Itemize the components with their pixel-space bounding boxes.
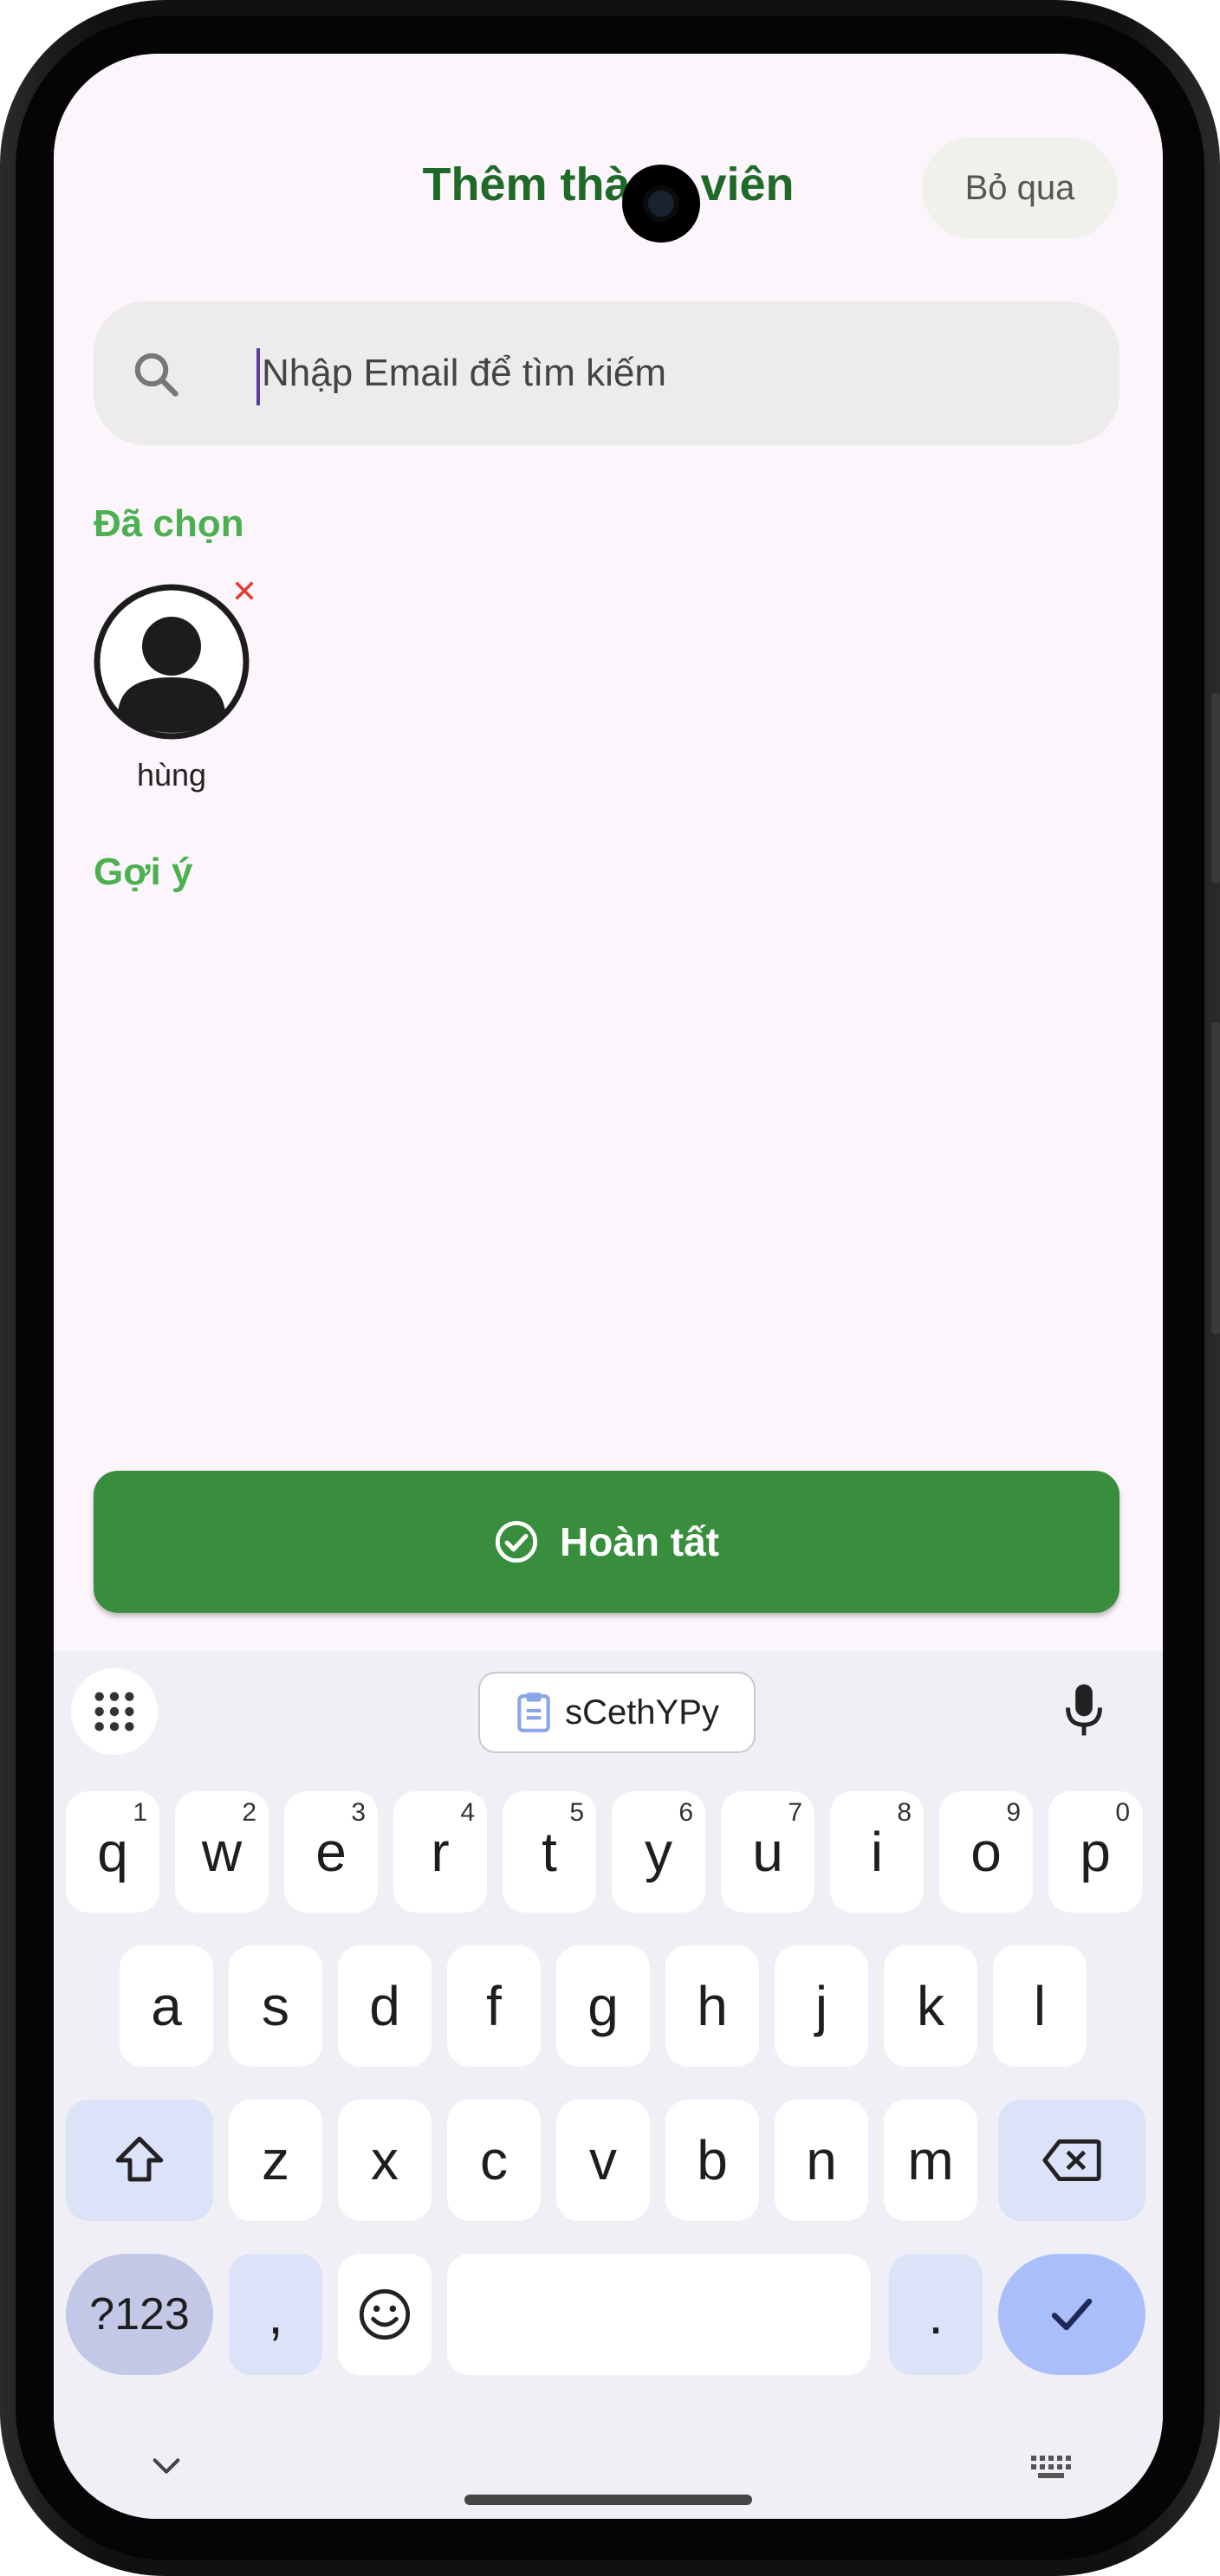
on-screen-keyboard: sCethYPy q1 w2 e3 r4 t5 y6 u7 i8 o9 p0 a… bbox=[54, 1651, 1163, 2519]
key-label: y bbox=[645, 1821, 672, 1883]
key-b[interactable]: b bbox=[665, 2100, 759, 2221]
key-e[interactable]: e3 bbox=[284, 1791, 378, 1913]
hide-keyboard-icon[interactable] bbox=[149, 2453, 184, 2479]
search-icon bbox=[134, 353, 178, 397]
symbols-key[interactable]: ?123 bbox=[66, 2254, 213, 2375]
done-button[interactable]: Hoàn tất bbox=[94, 1471, 1119, 1613]
key-v[interactable]: v bbox=[556, 2100, 650, 2221]
key-h[interactable]: h bbox=[665, 1945, 759, 2067]
enter-key[interactable] bbox=[998, 2254, 1145, 2375]
key-label: r bbox=[431, 1821, 450, 1883]
key-x[interactable]: x bbox=[338, 2100, 432, 2221]
app-screen: Thêm thành viên Bỏ qua Nhập Email để tìm… bbox=[54, 54, 1163, 2519]
clipboard-text: sCethYPy bbox=[565, 1693, 719, 1731]
key-c[interactable]: c bbox=[447, 2100, 541, 2221]
search-placeholder: Nhập Email để tìm kiếm bbox=[262, 352, 667, 394]
key-label: i bbox=[870, 1821, 884, 1883]
remove-user-icon[interactable] bbox=[232, 579, 256, 603]
key-label: t bbox=[542, 1821, 557, 1883]
key-label: u bbox=[752, 1821, 783, 1883]
shift-key[interactable] bbox=[66, 2100, 213, 2221]
power-button bbox=[1211, 1022, 1220, 1334]
front-camera bbox=[622, 165, 700, 243]
selected-user-name: hùng bbox=[136, 757, 207, 793]
key-k[interactable]: k bbox=[884, 1945, 977, 2067]
key-g[interactable]: g bbox=[556, 1945, 650, 2067]
key-f[interactable]: f bbox=[447, 1945, 541, 2067]
key-hint: 8 bbox=[897, 1798, 912, 1827]
skip-button[interactable]: Bỏ qua bbox=[922, 137, 1118, 239]
key-hint: 6 bbox=[678, 1798, 693, 1827]
key-n[interactable]: n bbox=[775, 2100, 868, 2221]
key-hint: 1 bbox=[133, 1798, 147, 1827]
key-hint: 0 bbox=[1115, 1798, 1130, 1827]
key-w[interactable]: w2 bbox=[175, 1791, 269, 1913]
keyboard-switch-icon[interactable] bbox=[1029, 2453, 1074, 2482]
key-hint: 3 bbox=[351, 1798, 366, 1827]
emoji-icon bbox=[359, 2288, 411, 2340]
clipboard-icon bbox=[517, 1693, 550, 1732]
backspace-icon bbox=[1042, 2139, 1101, 2181]
key-m[interactable]: m bbox=[884, 2100, 977, 2221]
key-p[interactable]: p0 bbox=[1048, 1791, 1142, 1913]
key-hint: 9 bbox=[1006, 1798, 1021, 1827]
period-key[interactable]: . bbox=[889, 2254, 983, 2375]
key-z[interactable]: z bbox=[229, 2100, 322, 2221]
comma-key[interactable]: , bbox=[229, 2254, 322, 2375]
key-label: q bbox=[97, 1821, 128, 1883]
emoji-key[interactable] bbox=[338, 2254, 432, 2375]
key-l[interactable]: l bbox=[993, 1945, 1087, 2067]
key-t[interactable]: t5 bbox=[503, 1791, 596, 1913]
selected-heading: Đã chọn bbox=[94, 502, 244, 545]
done-button-label: Hoàn tất bbox=[560, 1519, 719, 1564]
key-label: o bbox=[970, 1821, 1002, 1883]
key-a[interactable]: a bbox=[120, 1945, 213, 2067]
key-label: w bbox=[201, 1821, 243, 1883]
suggestions-heading: Gợi ý bbox=[94, 851, 193, 893]
avatar bbox=[94, 584, 250, 740]
space-key[interactable] bbox=[447, 2254, 870, 2375]
shift-icon bbox=[115, 2136, 164, 2182]
key-j[interactable]: j bbox=[775, 1945, 868, 2067]
key-s[interactable]: s bbox=[229, 1945, 322, 2067]
clipboard-suggestion[interactable]: sCethYPy bbox=[478, 1672, 756, 1753]
key-label: p bbox=[1080, 1821, 1111, 1883]
key-label: e bbox=[315, 1821, 347, 1883]
grid-icon bbox=[94, 1692, 134, 1731]
microphone-icon[interactable] bbox=[1062, 1682, 1106, 1738]
key-i[interactable]: i8 bbox=[830, 1791, 924, 1913]
text-cursor bbox=[256, 348, 260, 405]
key-r[interactable]: r4 bbox=[393, 1791, 487, 1913]
key-hint: 7 bbox=[788, 1798, 802, 1827]
search-input[interactable]: Nhập Email để tìm kiếm bbox=[94, 301, 1119, 445]
key-q[interactable]: q1 bbox=[66, 1791, 159, 1913]
volume-button bbox=[1211, 693, 1220, 883]
check-circle-icon bbox=[495, 1520, 538, 1563]
key-hint: 4 bbox=[460, 1798, 475, 1827]
checkmark-icon bbox=[1051, 2298, 1093, 2331]
key-hint: 5 bbox=[569, 1798, 584, 1827]
backspace-key[interactable] bbox=[998, 2100, 1145, 2221]
keyboard-menu-button[interactable] bbox=[71, 1668, 158, 1755]
key-d[interactable]: d bbox=[338, 1945, 432, 2067]
key-u[interactable]: u7 bbox=[721, 1791, 814, 1913]
key-y[interactable]: y6 bbox=[612, 1791, 705, 1913]
key-o[interactable]: o9 bbox=[939, 1791, 1033, 1913]
key-hint: 2 bbox=[242, 1798, 256, 1827]
home-indicator[interactable] bbox=[464, 2495, 752, 2505]
